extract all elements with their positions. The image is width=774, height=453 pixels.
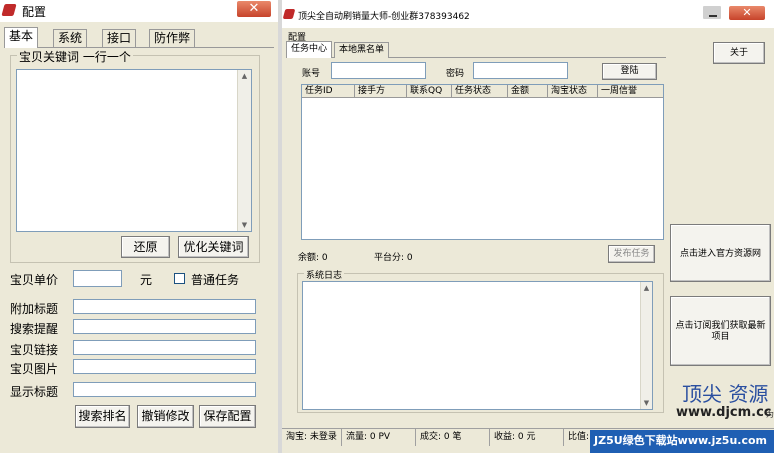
subscribe-button[interactable]: 点击订阅我们获取最新项目 xyxy=(670,296,771,366)
watermark-url-suffix: 为我 xyxy=(766,410,774,419)
item-link-input[interactable] xyxy=(73,340,256,355)
task-list-header: 任务ID 接手方 联系QQ 任务状态 金额 淘宝状态 一周信誉 xyxy=(302,85,663,98)
column-header[interactable]: 金额 xyxy=(508,85,548,98)
login-button[interactable]: 登陆 xyxy=(602,63,657,80)
field-label-search-hint: 搜索提醒 xyxy=(10,322,59,336)
optimize-keywords-button[interactable]: 优化关键词 xyxy=(178,236,249,258)
price-unit: 元 xyxy=(140,273,153,287)
main-tabbar: 任务中心 本地黑名单 xyxy=(286,41,666,58)
tab-interface[interactable]: 接口 xyxy=(102,29,137,47)
platform-points-label: 平台分: 0 xyxy=(374,253,413,263)
tab-task-center[interactable]: 任务中心 xyxy=(286,41,333,58)
app-icon xyxy=(1,4,17,16)
normal-task-checkbox[interactable] xyxy=(174,273,185,284)
scroll-down-icon[interactable]: ▼ xyxy=(238,219,251,231)
config-title: 配置 xyxy=(22,5,47,19)
balance-label: 余额: 0 xyxy=(298,253,328,263)
config-window: 配置 ✕ 基本 系统 接口 防作弊 宝贝关键词 一行一个 ▲ ▼ 还原 优化关键… xyxy=(0,0,278,453)
search-hint-input[interactable] xyxy=(73,319,256,334)
system-log-box[interactable]: ▲ ▼ xyxy=(302,281,653,410)
watermark-url: www.djcm.cc xyxy=(676,405,772,420)
item-image-input[interactable] xyxy=(73,359,256,374)
column-header[interactable]: 任务状态 xyxy=(452,85,508,98)
field-label-display-title: 显示标题 xyxy=(10,385,59,399)
main-app-icon xyxy=(282,9,296,19)
log-scroll-down-icon[interactable]: ▼ xyxy=(641,397,652,409)
close-icon[interactable]: ✕ xyxy=(236,0,272,18)
account-label: 账号 xyxy=(302,69,321,79)
price-input[interactable] xyxy=(73,270,122,287)
status-traffic: 流量: 0 PV xyxy=(344,429,416,446)
main-titlebar: 顶尖全自动刷销量大师-创业群378393462 ✕ xyxy=(282,0,774,28)
password-input[interactable] xyxy=(473,62,568,79)
status-taobao: 淘宝: 未登录 xyxy=(284,429,342,446)
status-deals: 成交: 0 笔 xyxy=(418,429,490,446)
config-titlebar: 配置 ✕ xyxy=(0,0,278,22)
log-scrollbar[interactable]: ▲ ▼ xyxy=(640,282,652,409)
config-tabbar: 基本 系统 接口 防作弊 xyxy=(4,27,274,48)
account-input[interactable] xyxy=(331,62,426,79)
keywords-group-title: 宝贝关键词 一行一个 xyxy=(17,48,133,65)
minimize-icon[interactable] xyxy=(702,5,722,20)
log-scroll-up-icon[interactable]: ▲ xyxy=(641,282,652,294)
password-label: 密码 xyxy=(446,69,465,79)
task-list[interactable]: 任务ID 接手方 联系QQ 任务状态 金额 淘宝状态 一周信誉 xyxy=(301,84,664,240)
keywords-textarea[interactable]: ▲ ▼ xyxy=(16,69,252,232)
system-log-title: 系统日志 xyxy=(304,268,345,281)
field-label-item-link: 宝贝链接 xyxy=(10,343,59,357)
column-header[interactable]: 一周信誉 xyxy=(598,85,663,98)
main-window: 顶尖全自动刷销量大师-创业群378393462 ✕ 配置 任务中心 本地黑名单 … xyxy=(282,0,774,453)
watermark-text: 顶尖 资源 xyxy=(682,382,769,406)
search-rank-button[interactable]: 搜索排名 xyxy=(75,405,130,428)
keywords-scrollbar[interactable]: ▲ ▼ xyxy=(237,70,251,231)
normal-task-label: 普通任务 xyxy=(191,273,240,287)
official-site-label: 点击进入官方资源网 xyxy=(679,249,761,259)
official-site-button[interactable]: 点击进入官方资源网 xyxy=(670,224,771,282)
scroll-up-icon[interactable]: ▲ xyxy=(238,70,251,82)
save-config-button[interactable]: 保存配置 xyxy=(199,405,256,428)
download-site-banner: JZ5U绿色下载站www.jz5u.com xyxy=(590,430,774,453)
tab-local-blacklist[interactable]: 本地黑名单 xyxy=(334,42,390,58)
main-close-icon[interactable]: ✕ xyxy=(728,5,766,21)
display-title-input[interactable] xyxy=(73,382,256,397)
tab-system[interactable]: 系统 xyxy=(53,29,88,47)
tab-anticheat[interactable]: 防作弊 xyxy=(149,29,196,47)
price-label: 宝贝单价 xyxy=(10,273,59,287)
tab-basic[interactable]: 基本 xyxy=(4,27,39,48)
column-header[interactable]: 接手方 xyxy=(355,85,407,98)
publish-task-button[interactable]: 发布任务 xyxy=(608,245,655,263)
subscribe-label: 点击订阅我们获取最新项目 xyxy=(675,321,766,342)
column-header[interactable]: 任务ID xyxy=(302,85,355,98)
about-button[interactable]: 关于 xyxy=(713,42,765,64)
column-header[interactable]: 淘宝状态 xyxy=(548,85,598,98)
watermark-logo: 顶尖 资源 www.djcm.cc 为我 xyxy=(676,378,774,424)
status-income: 收益: 0 元 xyxy=(492,429,564,446)
extra-title-input[interactable] xyxy=(73,299,256,314)
restore-button[interactable]: 还原 xyxy=(121,236,170,258)
column-header[interactable]: 联系QQ xyxy=(407,85,452,98)
field-label-item-image: 宝贝图片 xyxy=(10,362,59,376)
main-title: 顶尖全自动刷销量大师-创业群378393462 xyxy=(298,12,470,22)
undo-changes-button[interactable]: 撤销修改 xyxy=(137,405,194,428)
field-label-extra-title: 附加标题 xyxy=(10,302,59,316)
